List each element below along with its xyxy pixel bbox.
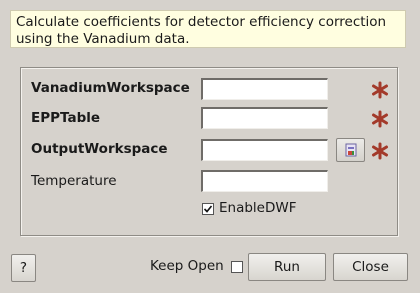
keep-open-checkbox[interactable]	[231, 261, 243, 273]
close-button[interactable]: Close	[333, 253, 408, 281]
help-button[interactable]: ?	[11, 254, 36, 282]
vanadium-workspace-label: VanadiumWorkspace	[31, 80, 190, 96]
enable-dwf-label: EnableDWF	[219, 200, 297, 216]
browse-workspace-button[interactable]	[336, 138, 365, 162]
checkmark-icon	[203, 205, 213, 213]
temperature-label: Temperature	[31, 173, 117, 189]
required-asterisk-icon	[372, 110, 388, 128]
keep-open-label: Keep Open	[150, 258, 224, 274]
browse-workspace-icon	[345, 143, 356, 157]
output-workspace-label: OutputWorkspace	[31, 141, 168, 157]
epp-table-input[interactable]	[201, 107, 328, 129]
temperature-input[interactable]	[201, 170, 328, 192]
vanadium-workspace-input[interactable]	[201, 78, 328, 100]
algorithm-description: Calculate coefficients for detector effi…	[10, 10, 406, 48]
run-button[interactable]: Run	[248, 253, 326, 281]
required-asterisk-icon	[372, 81, 388, 99]
output-workspace-input[interactable]	[201, 139, 328, 161]
required-asterisk-icon	[372, 142, 388, 160]
epp-table-label: EPPTable	[31, 110, 101, 126]
enable-dwf-checkbox[interactable]	[202, 203, 214, 215]
